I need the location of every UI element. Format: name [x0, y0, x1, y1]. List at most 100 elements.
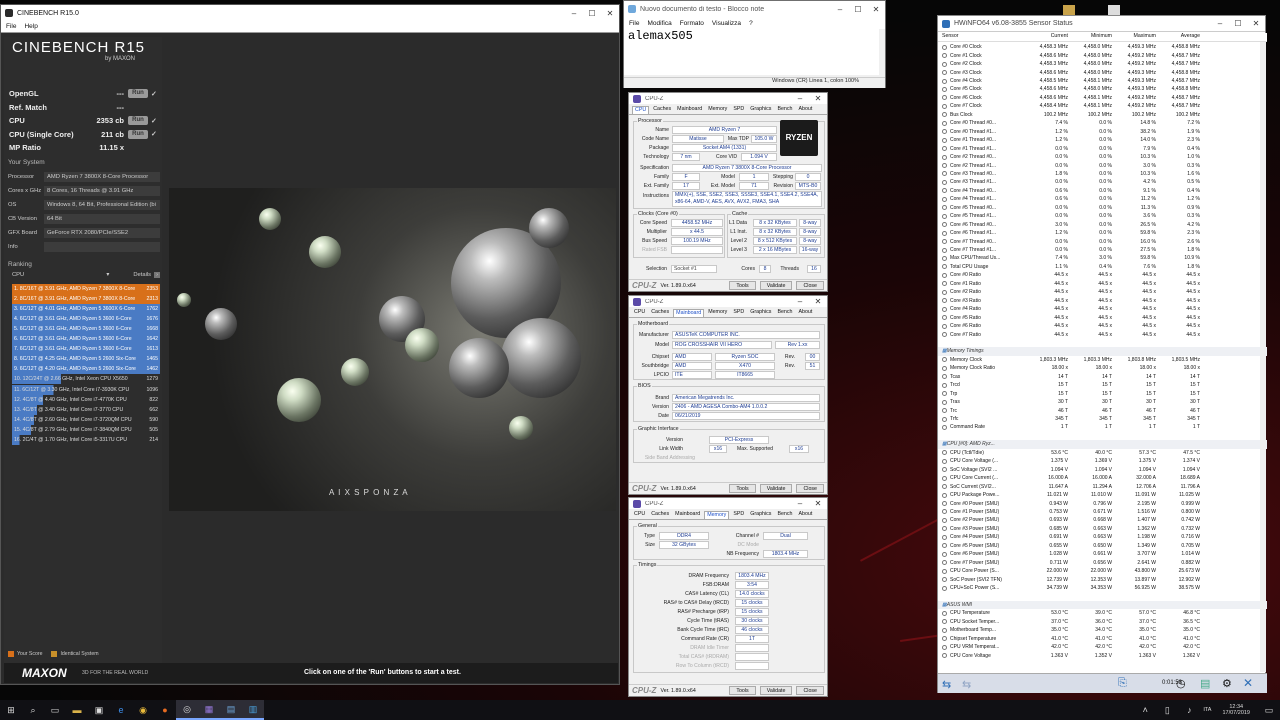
run-button[interactable]: Run	[128, 116, 148, 125]
minimize-icon[interactable]: –	[565, 9, 583, 18]
tab-bench[interactable]: Bench	[775, 309, 794, 317]
tab-cpu[interactable]: CPU	[632, 511, 647, 519]
sensor-row[interactable]: CPU Socket Temper... 37.0 °C 36.0 °C 37.0 °…	[938, 618, 1267, 626]
start-icon[interactable]: ⊞	[0, 700, 22, 720]
close-icon[interactable]: ✕	[601, 9, 619, 18]
ranking-row[interactable]: 16. 2C/4T @ 1.70 GHz, Intel Core i5-3317…	[12, 434, 160, 445]
tab-bench[interactable]: Bench	[775, 511, 794, 519]
report-icon[interactable]: ▤	[1200, 677, 1210, 690]
sensor-row[interactable]: Core #2 Ratio 44.5 x 44.5 x 44.5 x 44.5 x	[938, 288, 1267, 296]
tab-caches[interactable]: Caches	[649, 511, 671, 519]
tab-memory[interactable]: Memory	[706, 309, 729, 317]
sensor-row[interactable]: Tras 30 T 30 T 30 T 30 T	[938, 398, 1267, 406]
settings-icon[interactable]: ⚙	[1222, 677, 1232, 690]
sensor-row[interactable]: Core #1 Power (SMU) 0.753 W 0.671 W 1.516 W…	[938, 508, 1267, 516]
tab-spd[interactable]: SPD	[731, 511, 746, 519]
ranking-row[interactable]: 3. 6C/12T @ 4.01 GHz, AMD Ryzen 5 3600X …	[12, 304, 160, 315]
sensor-row[interactable]: Core #6 Thread #0... 3.0 % 0.0 % 26.5 % 4.2 …	[938, 220, 1267, 228]
sensor-row[interactable]: Tcas 14 T 14 T 14 T 14 T	[938, 373, 1267, 381]
sensor-row[interactable]: SoC Current (SVI2... 11.647 A 11.294 A 12.7…	[938, 482, 1267, 490]
minimize-icon[interactable]: –	[831, 5, 849, 14]
run-button[interactable]: Run	[128, 89, 148, 98]
title-bar[interactable]: CPU-Z – ✕	[629, 296, 827, 307]
tab-about[interactable]: About	[796, 511, 814, 519]
sensor-row[interactable]: Core #1 Ratio 44.5 x 44.5 x 44.5 x 44.5 x	[938, 280, 1267, 288]
sensor-row[interactable]: CPU Core Voltage (... 1.375 V 1.369 V 1.375…	[938, 457, 1267, 465]
title-bar[interactable]: CPU-Z – ✕	[629, 93, 827, 104]
tab-caches[interactable]: Caches	[651, 106, 673, 114]
tab-bench[interactable]: Bench	[775, 106, 794, 114]
clock-icon[interactable]: ◷	[1176, 677, 1186, 690]
tab-graphics[interactable]: Graphics	[748, 511, 773, 519]
notifications-icon[interactable]: ▭	[1258, 700, 1280, 720]
sensor-section[interactable]: ▦ Memory Timings	[938, 347, 1267, 356]
volume-icon[interactable]: ♪	[1178, 700, 1200, 720]
ranking-row[interactable]: 7. 6C/12T @ 3.61 GHz, AMD Ryzen 5 3600 6…	[12, 344, 160, 355]
sensor-row[interactable]: Memory Clock 1,803.3 MHz 1,803.3 MHz 1,803.…	[938, 356, 1267, 364]
sensor-row[interactable]: Core #7 Clock 4,458.4 MHz 4,458.1 MHz 4,459…	[938, 102, 1267, 110]
firefox-icon[interactable]: ●	[154, 700, 176, 720]
sensor-section[interactable]: ▦ ASUS WMI	[938, 600, 1267, 610]
sensor-row[interactable]: Core #5 Power (SMU) 0.655 W 0.650 W 1.349 W…	[938, 542, 1267, 550]
sensor-row[interactable]: Core #2 Power (SMU) 0.693 W 0.668 W 1.407 W…	[938, 516, 1267, 524]
ranking-row[interactable]: 9. 6C/12T @ 4.20 GHz, AMD Ryzen 5 2600 S…	[12, 364, 160, 375]
tab-mainboard[interactable]: Mainboard	[673, 511, 702, 519]
sensor-row[interactable]: Core #3 Power (SMU) 0.685 W 0.663 W 1.362 W…	[938, 525, 1267, 533]
sensor-row[interactable]: Core #5 Thread #0... 0.0 % 0.0 % 11.3 % 0.9 …	[938, 204, 1267, 212]
ranking-row[interactable]: 8. 6C/12T @ 4.25 GHz, AMD Ryzen 5 2600 S…	[12, 354, 160, 365]
cpuz-taskbar-icon[interactable]: ▦	[198, 700, 220, 720]
column-header[interactable]: Current	[1024, 33, 1068, 41]
sensor-row[interactable]: Core #6 Power (SMU) 1.028 W 0.661 W 3.707 W…	[938, 550, 1267, 558]
menu-item[interactable]: ?	[749, 20, 753, 27]
sensor-row[interactable]: Core #1 Thread #1... 0.0 % 0.0 % 7.9 % 0.4 %	[938, 144, 1267, 152]
maximize-icon[interactable]: ☐	[849, 5, 867, 14]
tab-spd[interactable]: SPD	[731, 309, 746, 317]
sensor-row[interactable]: SoC Voltage (SVI2 ... 1.094 V 1.094 V 1.094…	[938, 466, 1267, 474]
sensor-row[interactable]: Trp 15 T 15 T 15 T 15 T	[938, 389, 1267, 397]
tab-cpu[interactable]: CPU	[632, 106, 650, 114]
sensor-row[interactable]: Core #7 Thread #0... 0.0 % 0.0 % 16.0 % 2.6 …	[938, 237, 1267, 245]
notepad-text-area[interactable]: alemax505	[624, 29, 879, 75]
tab-memory[interactable]: Memory	[704, 511, 730, 519]
run-button[interactable]: Run	[128, 129, 148, 139]
clock[interactable]: 12:34 17/07/2019	[1222, 704, 1250, 716]
ranking-row[interactable]: 2. 8C/16T @ 3.91 GHz, AMD Ryzen 7 3800X …	[12, 294, 160, 305]
sensor-row[interactable]: Total CPU Usage 1.1 % 0.4 % 7.6 % 1.8 %	[938, 263, 1267, 271]
tools-button[interactable]: Tools	[729, 686, 756, 695]
close-button[interactable]: Close	[796, 484, 824, 493]
tab-graphics[interactable]: Graphics	[748, 309, 773, 317]
sensor-row[interactable]	[938, 592, 1267, 600]
tab-caches[interactable]: Caches	[649, 309, 671, 317]
menu-help[interactable]: Help	[24, 23, 37, 30]
tab-mainboard[interactable]: Mainboard	[673, 309, 705, 317]
sensor-row[interactable]: Max CPU/Thread Us... 7.4 % 3.0 % 59.8 % 10.9…	[938, 254, 1267, 262]
notepad-taskbar-icon[interactable]: ▤	[220, 700, 242, 720]
task-view-icon[interactable]: ▭	[44, 700, 66, 720]
sensor-row[interactable]: Chipset Temperature 41.0 °C 41.0 °C 41.0 °C…	[938, 635, 1267, 643]
column-header[interactable]: Sensor	[938, 33, 1024, 41]
ranking-row[interactable]: 11. 6C/12T @ 3.30 GHz, Intel Core i7-393…	[12, 384, 160, 395]
validate-button[interactable]: Validate	[759, 281, 793, 290]
close-icon[interactable]: ✕	[809, 499, 827, 508]
tray-chevron-icon[interactable]: ˄	[1134, 700, 1156, 720]
close-button[interactable]: Close	[796, 686, 824, 695]
sensor-row[interactable]: Core #5 Thread #1... 0.0 % 0.0 % 3.6 % 0.3 %	[938, 212, 1267, 220]
tab-spd[interactable]: SPD	[731, 106, 746, 114]
sensor-row[interactable]: CPU+SoC Power (S... 34.739 W 34.353 W 56.92…	[938, 584, 1267, 592]
sensor-row[interactable]: Core #1 Clock 4,458.6 MHz 4,458.0 MHz 4,459…	[938, 51, 1267, 59]
sensor-row[interactable]: Core #7 Power (SMU) 0.711 W 0.656 W 2.641 W…	[938, 558, 1267, 566]
sensor-row[interactable]: Command Rate 1 T 1 T 1 T 1 T	[938, 423, 1267, 431]
network-icon[interactable]: ⎘	[1118, 677, 1127, 690]
sensor-row[interactable]: Memory Clock Ratio 18.00 x 18.00 x 18.00 x 1…	[938, 364, 1267, 372]
sensor-row[interactable]: CPU Temperature 53.0 °C 39.0 °C 57.0 °C 46.8…	[938, 609, 1267, 617]
sensor-row[interactable]: Core #4 Ratio 44.5 x 44.5 x 44.5 x 44.5 x	[938, 305, 1267, 313]
sensor-row[interactable]: Core #5 Clock 4,458.6 MHz 4,458.0 MHz 4,459…	[938, 85, 1267, 93]
sensor-row[interactable]	[938, 432, 1267, 440]
hwinfo-taskbar-icon[interactable]: ▥	[242, 700, 264, 720]
network-tray-icon[interactable]: ▯	[1156, 700, 1178, 720]
maximize-icon[interactable]: ☐	[583, 9, 601, 18]
column-header[interactable]: Average	[1156, 33, 1200, 41]
tab-about[interactable]: About	[796, 309, 814, 317]
search-icon[interactable]: ⌕	[22, 700, 44, 720]
sensor-row[interactable]: CPU (Tctl/Tdie) 53.6 °C 40.0 °C 57.3 °C 47.5…	[938, 449, 1267, 457]
